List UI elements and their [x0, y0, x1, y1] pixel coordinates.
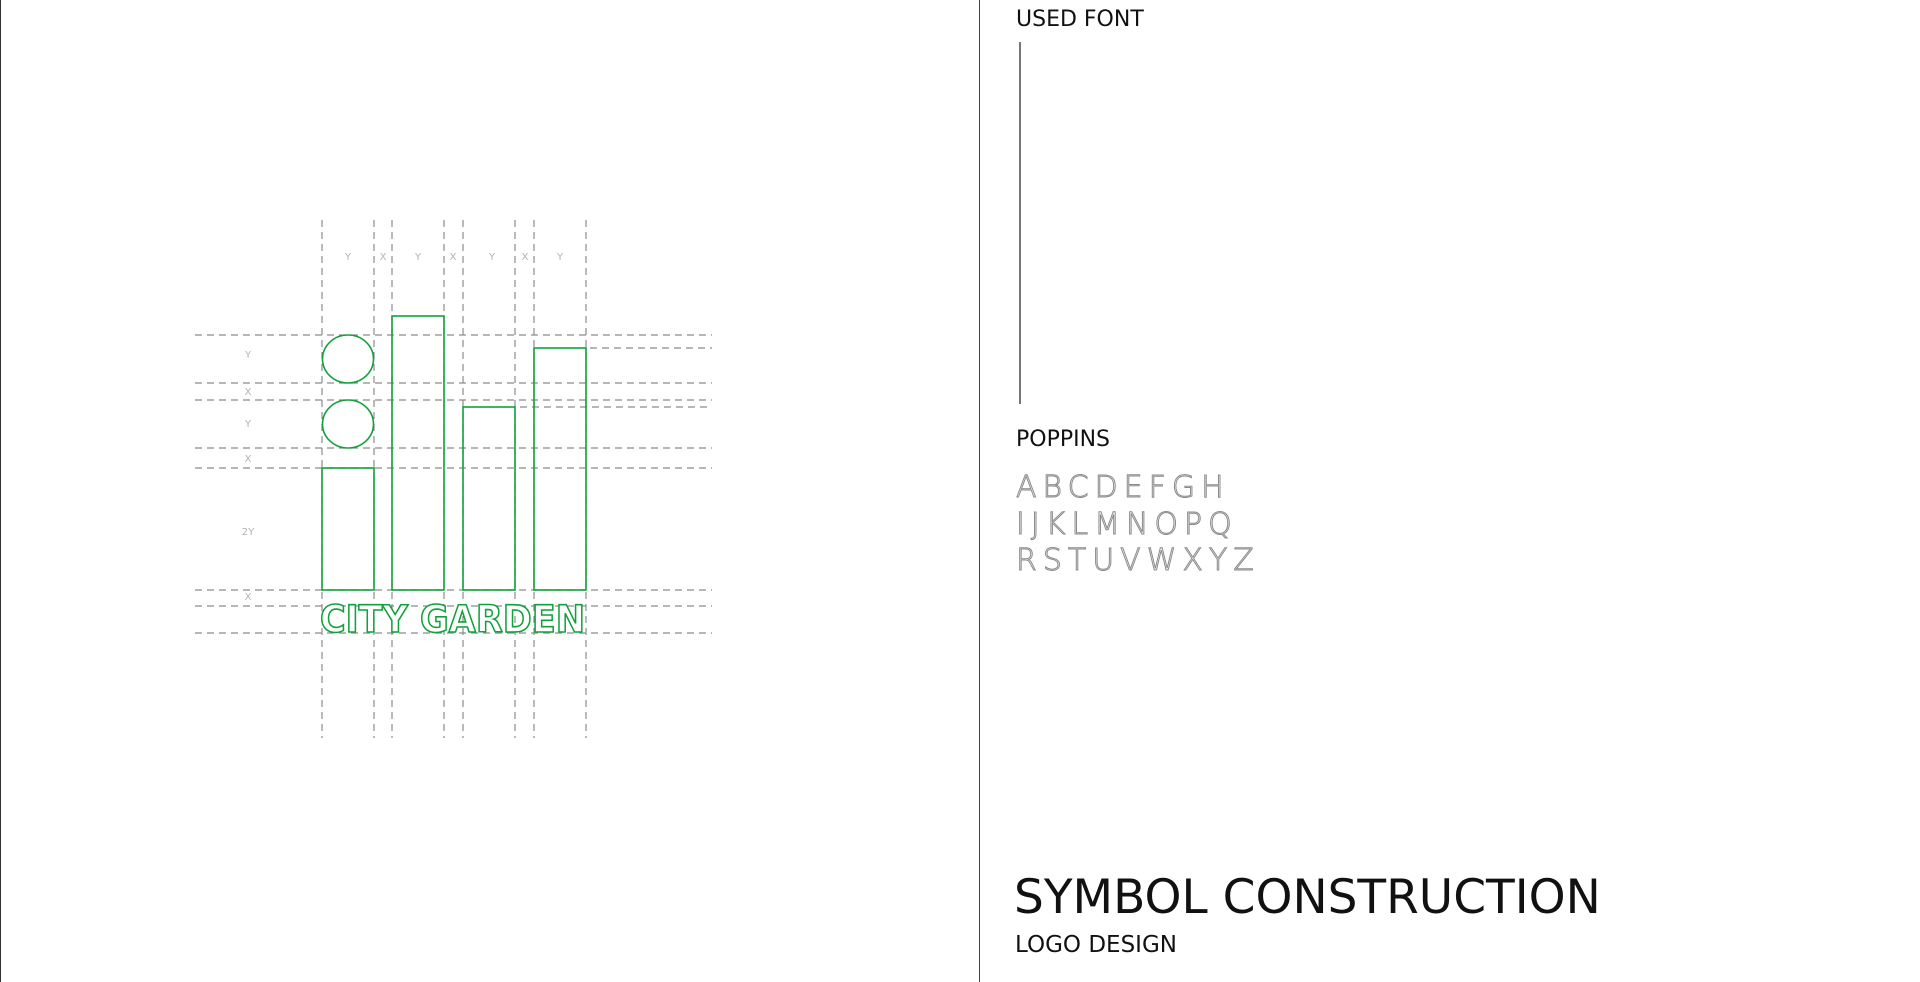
- logo-bar-4: [533, 347, 587, 591]
- column-label: X: [450, 252, 457, 263]
- panel-divider: [979, 0, 980, 982]
- page-title: SYMBOL CONSTRUCTION: [1014, 870, 1601, 925]
- horizontal-guides: [195, 334, 712, 634]
- row-label: X: [245, 387, 252, 398]
- row-labels: Y X Y X 2Y X: [242, 350, 255, 603]
- row-label: 2Y: [242, 527, 255, 538]
- used-font-heading: USED FONT: [1016, 7, 1144, 32]
- logo-wordmark: CITY GARDEN: [320, 598, 585, 641]
- logo-construction-diagram: Y X Y X Y X Y Y X Y X 2Y X CITY GARDEN: [195, 220, 712, 738]
- logo-bar-3: [462, 406, 516, 591]
- column-label: Y: [344, 252, 352, 263]
- page-subtitle: LOGO DESIGN: [1015, 932, 1177, 958]
- column-label: X: [522, 252, 529, 263]
- alphabet-line-3: RSTUVWXYZ: [1016, 543, 1260, 579]
- logo-circle-top: [321, 334, 375, 384]
- font-name: POPPINS: [1016, 427, 1111, 452]
- row-label: X: [245, 592, 252, 603]
- logo-circle-bottom: [321, 399, 375, 449]
- logo-symbol: [321, 315, 587, 591]
- font-accent-line: [1019, 42, 1021, 404]
- column-labels: YXYXYXY: [344, 252, 564, 263]
- logo-bar-2: [391, 315, 445, 591]
- alphabet-line-2: IJKLMNOPQ: [1016, 507, 1238, 543]
- row-label: Y: [244, 419, 252, 430]
- vertical-guides: [321, 220, 587, 738]
- column-label: X: [380, 252, 387, 263]
- column-label: Y: [488, 252, 496, 263]
- alphabet-line-1: ABCDEFGH: [1016, 470, 1230, 506]
- column-label: Y: [414, 252, 422, 263]
- column-label: Y: [556, 252, 564, 263]
- row-label: Y: [244, 350, 252, 361]
- row-label: X: [245, 454, 252, 465]
- logo-bar-1: [321, 467, 375, 591]
